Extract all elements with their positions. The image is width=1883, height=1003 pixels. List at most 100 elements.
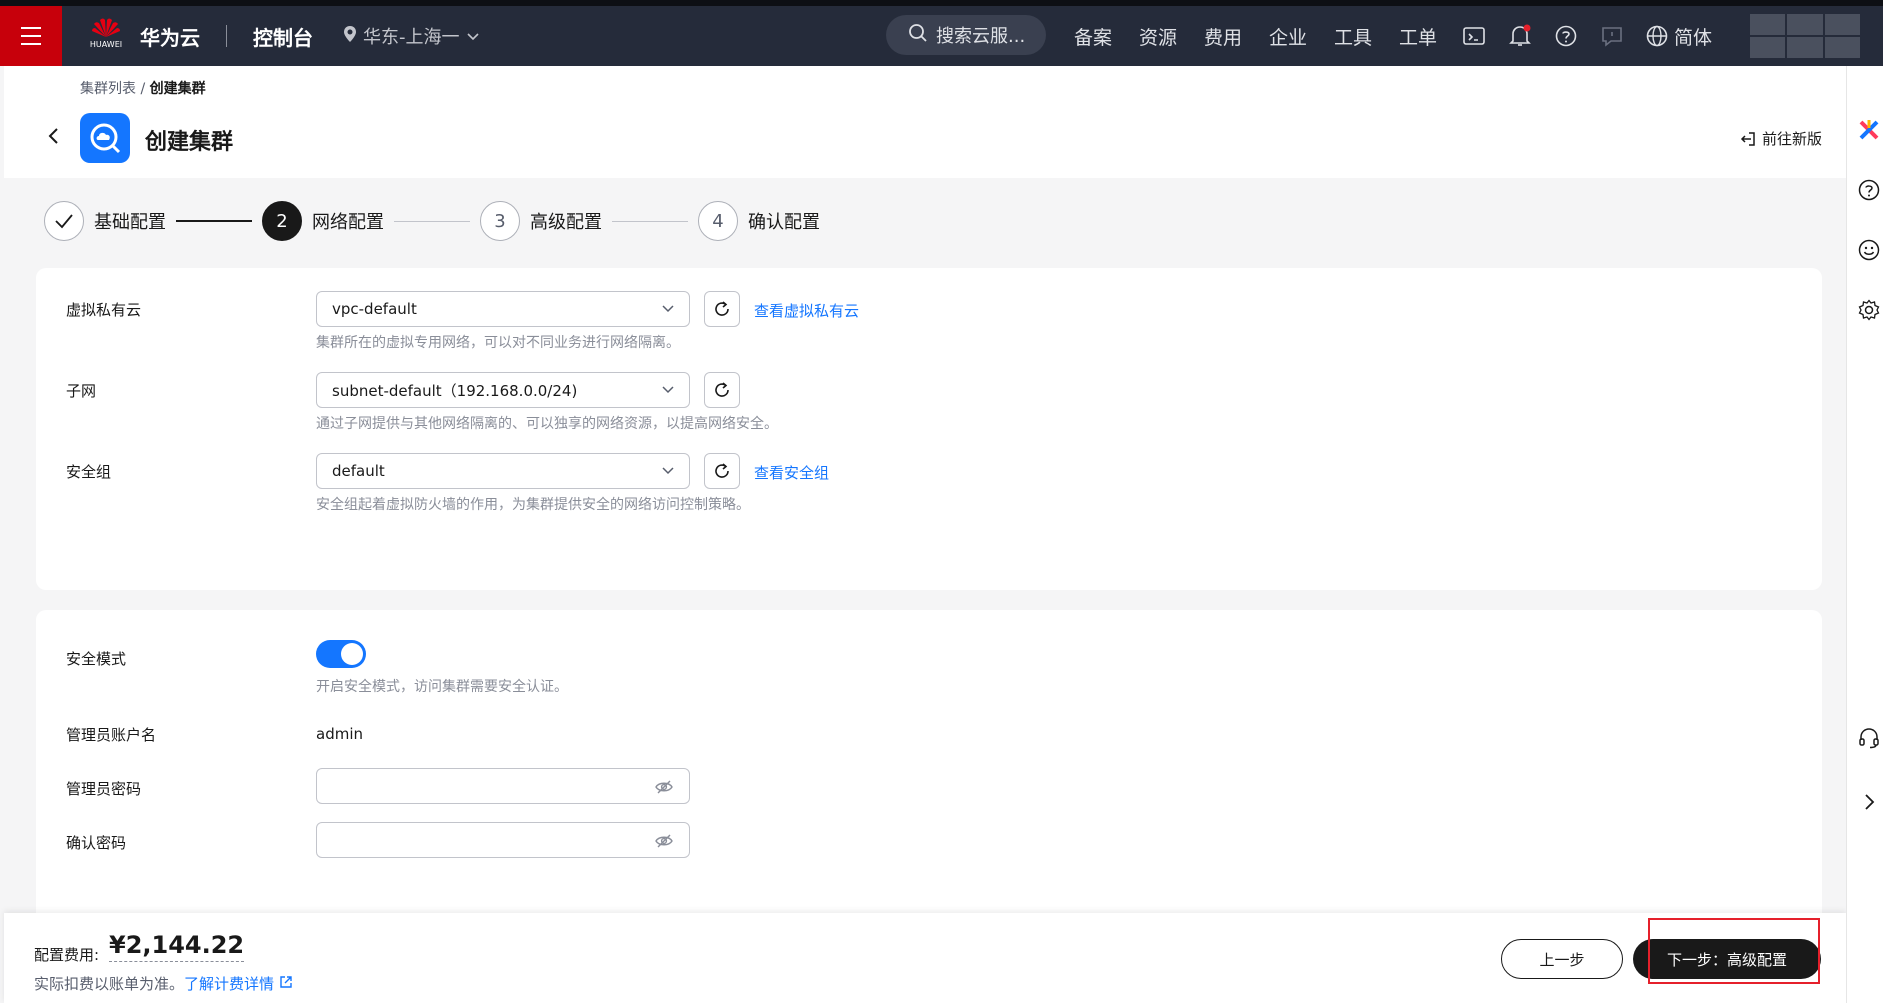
step-basic-config[interactable]: 基础配置 [44, 201, 166, 241]
confirm-password-input[interactable] [316, 822, 690, 858]
right-tool-rail [1846, 66, 1883, 1003]
step-label: 确认配置 [748, 212, 820, 233]
vpc-hint: 集群所在的虚拟专用网络，可以对不同业务进行网络隔离。 [316, 335, 680, 351]
main-menu-button[interactable] [0, 6, 62, 66]
breadcrumb-current: 创建集群 [149, 81, 206, 97]
admin-account-label: 管理员账户名 [66, 726, 157, 744]
network-settings-card: 虚拟私有云 vpc-default 查看虚拟私有云 集群所在的虚拟专用网络，可以… [36, 268, 1822, 590]
eye-off-icon[interactable] [655, 833, 673, 852]
region-label: 华东-上海一 [363, 27, 460, 48]
smile-feedback-icon[interactable] [1857, 238, 1881, 262]
step-label: 基础配置 [94, 212, 166, 233]
security-group-refresh-button[interactable] [704, 453, 740, 489]
language-switcher[interactable]: 简体 [1646, 23, 1712, 50]
top-icons: 简体 [1462, 6, 1712, 66]
globe-icon [1646, 25, 1668, 47]
security-mode-label: 安全模式 [66, 650, 127, 668]
admin-password-input[interactable] [316, 768, 690, 804]
wizard-steps: 基础配置 2 网络配置 3 高级配置 4 确认配置 [44, 198, 820, 244]
step-connector [176, 220, 252, 222]
language-label: 简体 [1674, 26, 1713, 49]
top-link-enterprise[interactable]: 企业 [1269, 23, 1334, 50]
subnet-refresh-button[interactable] [704, 372, 740, 408]
switch-new-version-link[interactable]: 前往新版 [1740, 128, 1822, 149]
security-mode-hint: 开启安全模式，访问集群需要安全认证。 [316, 679, 568, 695]
external-link-icon[interactable] [279, 975, 293, 993]
step-number: 4 [698, 201, 738, 241]
chevron-down-icon [466, 26, 480, 47]
huawei-cloud-logo[interactable]: HUAWEI 华为云 [88, 16, 200, 56]
help-icon[interactable] [1857, 178, 1881, 202]
refresh-icon [715, 463, 729, 478]
main-content: 集群列表 / 创建集群 创建集群 前往新版 基础配置 2 网络配置 3 高级配置… [4, 66, 1846, 1003]
huawei-logo-icon: HUAWEI [88, 16, 124, 56]
security-mode-toggle[interactable] [316, 640, 366, 668]
subnet-hint: 通过子网提供与其他网络隔离的、可以独享的网络资源，以提高网络安全。 [316, 416, 778, 432]
new-version-label: 前往新版 [1762, 130, 1823, 148]
security-group-label: 安全组 [66, 463, 112, 481]
headset-support-icon[interactable] [1857, 726, 1881, 750]
chevron-down-icon [661, 464, 675, 482]
view-vpc-link[interactable]: 查看虚拟私有云 [754, 300, 859, 321]
chevron-down-icon [661, 383, 675, 401]
user-account-avatar[interactable] [1750, 14, 1860, 58]
step-network-config: 2 网络配置 [262, 201, 384, 241]
vpc-value: vpc-default [332, 300, 417, 318]
top-link-tools[interactable]: 工具 [1334, 23, 1399, 50]
confirm-password-label: 确认密码 [66, 834, 127, 852]
terminal-icon[interactable] [1462, 24, 1486, 48]
search-placeholder: 搜索云服... [936, 26, 1026, 47]
page-header: 集群列表 / 创建集群 创建集群 前往新版 [4, 66, 1846, 178]
help-icon[interactable] [1554, 24, 1578, 48]
billing-details-link[interactable]: 了解计费详情 [184, 975, 274, 993]
step-advanced-config: 3 高级配置 [480, 201, 602, 241]
vpc-refresh-button[interactable] [704, 291, 740, 327]
fee-note: 实际扣费以账单为准。了解计费详情 [34, 973, 293, 994]
region-selector[interactable]: 华东-上海一 [343, 23, 480, 49]
top-link-filing[interactable]: 备案 [1074, 23, 1139, 50]
top-link-resources[interactable]: 资源 [1139, 23, 1204, 50]
top-navigation-bar: HUAWEI 华为云 控制台 华东-上海一 搜索云服... 备案 资源 费用 企… [0, 6, 1883, 66]
refresh-icon [715, 301, 729, 316]
security-group-value: default [332, 462, 385, 480]
topbar-divider [226, 25, 227, 47]
chevron-down-icon [661, 302, 675, 320]
logo-wordmark: HUAWEI [89, 40, 123, 49]
step-done-check-icon [44, 201, 84, 241]
top-link-billing[interactable]: 费用 [1204, 23, 1269, 50]
step-label: 高级配置 [530, 212, 602, 233]
breadcrumb-separator: / [140, 81, 146, 97]
chevron-right-icon[interactable] [1857, 790, 1881, 814]
feedback-icon[interactable] [1600, 24, 1624, 48]
security-group-hint: 安全组起着虚拟防火墙的作用，为集群提供安全的网络访问控制策略。 [316, 497, 750, 513]
next-step-button[interactable]: 下一步：高级配置 [1633, 939, 1821, 979]
subnet-select[interactable]: subnet-default（192.168.0.0/24) [316, 372, 690, 408]
back-arrow-icon[interactable] [44, 126, 64, 146]
top-link-tickets[interactable]: 工单 [1399, 23, 1464, 50]
view-security-group-link[interactable]: 查看安全组 [754, 462, 829, 483]
refresh-icon [715, 382, 729, 397]
location-pin-icon [343, 25, 357, 48]
subnet-label: 子网 [66, 382, 97, 400]
eye-off-icon[interactable] [655, 779, 673, 798]
security-group-select[interactable]: default [316, 453, 690, 489]
global-search[interactable]: 搜索云服... [886, 15, 1046, 55]
brand-name: 华为云 [140, 25, 200, 50]
fee-label: 配置费用: [34, 946, 100, 964]
breadcrumb-cluster-list[interactable]: 集群列表 [80, 81, 136, 97]
admin-account-value: admin [316, 725, 363, 743]
previous-step-button[interactable]: 上一步 [1501, 939, 1623, 979]
gear-icon[interactable] [1857, 298, 1881, 322]
vpc-select[interactable]: vpc-default [316, 291, 690, 327]
page-title: 创建集群 [145, 130, 234, 155]
top-links: 备案 资源 费用 企业 工具 工单 [1074, 6, 1464, 66]
console-link[interactable]: 控制台 [253, 22, 313, 51]
fee-value[interactable]: ¥2,144.22 [109, 931, 245, 962]
fee-note-text: 实际扣费以账单为准。 [34, 975, 185, 993]
breadcrumb: 集群列表 / 创建集群 [80, 78, 206, 98]
subnet-value: subnet-default（192.168.0.0/24) [332, 381, 578, 400]
exit-icon [1740, 131, 1755, 146]
bell-icon[interactable] [1508, 24, 1532, 48]
admin-password-label: 管理员密码 [66, 780, 142, 798]
colorful-app-icon[interactable] [1857, 118, 1881, 142]
